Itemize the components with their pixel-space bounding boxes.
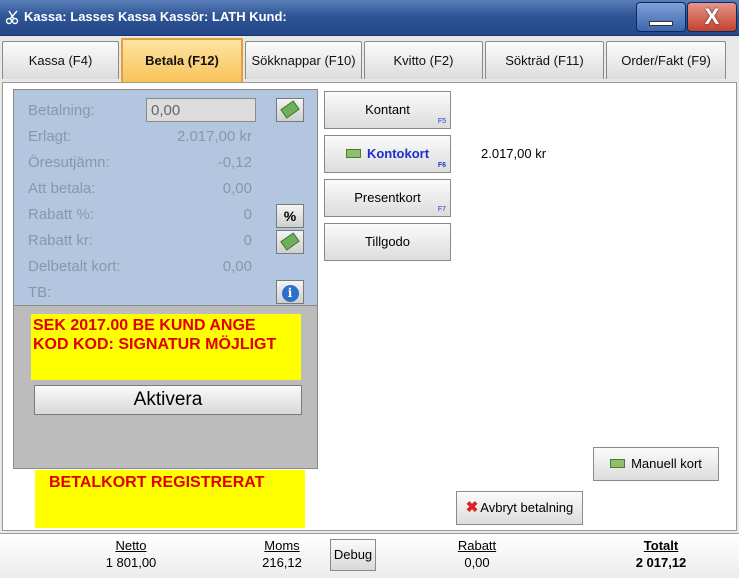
kontokort-button[interactable]: Kontokort F6 — [324, 135, 451, 173]
rabatt-pct-value: 0 — [243, 206, 252, 223]
tab-bar: Kassa (F4) Betala (F12) Sökknappar (F10)… — [0, 38, 739, 82]
tab-sokknappar[interactable]: Sökknappar (F10) — [245, 41, 362, 79]
rabatt-pct-label: Rabatt %: — [28, 206, 94, 223]
terminal-message-line1: SEK 2017.00 BE KUND ANGE — [33, 317, 256, 334]
rabatt-column: Rabatt 0,00 — [447, 538, 507, 570]
kontant-button[interactable]: Kontant F5 — [324, 91, 451, 129]
rabatt-label: Rabatt — [457, 538, 497, 553]
presentkort-fkey: F7 — [437, 206, 446, 213]
rabatt-pct-row: Rabatt %: 0 — [28, 204, 318, 226]
erlagt-value: 2.017,00 kr — [176, 128, 252, 145]
totalt-value: 2 017,12 — [635, 555, 687, 570]
totals-bar: Netto 1 801,00 Moms 216,12 Debug Rabatt … — [0, 533, 739, 578]
delbetalt-value: 0,00 — [222, 258, 252, 275]
kontokort-fkey: F6 — [437, 162, 446, 169]
rabatt-kr-row: Rabatt kr: 0 — [28, 230, 318, 252]
minimize-button[interactable] — [636, 2, 686, 32]
percent-button[interactable]: % — [276, 204, 304, 228]
window-title: Kassa: Lasses Kassa Kassör: LATH Kund: — [24, 9, 287, 24]
avbryt-label: Avbryt betalning — [480, 500, 574, 515]
totalt-label: Totalt — [643, 538, 679, 553]
betalning-label: Betalning: — [28, 102, 95, 119]
close-button[interactable]: X — [687, 2, 737, 32]
money-icon — [280, 100, 300, 119]
moms-column: Moms 216,12 — [252, 538, 312, 570]
tab-betala[interactable]: Betala (F12) — [121, 38, 243, 82]
oresutjamn-row: Öresutjämn: -0,12 — [28, 152, 318, 174]
moms-value: 216,12 — [262, 555, 302, 570]
aktivera-button[interactable]: Aktivera — [34, 385, 302, 415]
betalning-input[interactable] — [146, 98, 256, 122]
manuell-kort-button[interactable]: Manuell kort — [593, 447, 719, 481]
minimize-icon — [649, 21, 673, 26]
money-icon — [280, 232, 300, 251]
netto-label: Netto — [115, 538, 147, 553]
terminal-message: SEK 2017.00 BE KUND ANGE KOD KOD: SIGNAT… — [31, 314, 301, 380]
oresutjamn-value: -0,12 — [217, 154, 252, 171]
tb-label: TB: — [28, 284, 52, 301]
cash-amount-button[interactable] — [276, 98, 304, 122]
kontant-label: Kontant — [365, 102, 410, 117]
delbetalt-label: Delbetalt kort: — [28, 258, 121, 275]
presentkort-button[interactable]: Presentkort F7 — [324, 179, 451, 217]
delbetalt-row: Delbetalt kort: 0,00 — [28, 256, 318, 278]
tab-kassa[interactable]: Kassa (F4) — [2, 41, 119, 79]
info-icon: i — [281, 285, 299, 302]
rabatt-kr-label: Rabatt kr: — [28, 232, 94, 249]
scissors-icon — [5, 10, 19, 25]
tillgodo-button[interactable]: Tillgodo — [324, 223, 451, 261]
tab-order-fakt[interactable]: Order/Fakt (F9) — [606, 41, 726, 79]
terminal-message-line2: KOD KOD: SIGNATUR MÖJLIGT — [33, 336, 277, 353]
discount-amount-button[interactable] — [276, 230, 304, 254]
att-betala-value: 0,00 — [222, 180, 252, 197]
oresutjamn-label: Öresutjämn: — [28, 154, 110, 171]
tillgodo-label: Tillgodo — [364, 234, 411, 249]
payment-info-box: Betalning: Erlagt: 2.017,00 kr Öresutjäm… — [14, 90, 317, 306]
presentkort-label: Presentkort — [354, 190, 421, 205]
cancel-icon: ✖ — [465, 499, 479, 516]
moms-label: Moms — [264, 538, 300, 553]
tab-soktrad[interactable]: Sökträd (F11) — [485, 41, 604, 79]
credit-card-icon — [610, 459, 626, 469]
manuell-kort-label: Manuell kort — [631, 456, 702, 471]
credit-card-icon — [345, 149, 361, 159]
att-betala-row: Att betala: 0,00 — [28, 178, 318, 200]
tab-kvitto[interactable]: Kvitto (F2) — [364, 41, 483, 79]
netto-column: Netto 1 801,00 — [95, 538, 167, 570]
avbryt-betalning-button[interactable]: ✖ Avbryt betalning — [456, 491, 583, 525]
card-payment-amount: 2.017,00 kr — [481, 146, 547, 161]
att-betala-label: Att betala: — [28, 180, 96, 197]
close-icon: X — [704, 4, 720, 29]
debug-button[interactable]: Debug — [330, 539, 376, 571]
tb-row: TB: — [28, 282, 318, 304]
kontokort-label: Kontokort — [366, 146, 430, 161]
erlagt-label: Erlagt: — [28, 128, 72, 145]
rabatt-value: 0,00 — [464, 555, 490, 570]
info-button[interactable]: i — [276, 280, 304, 304]
erlagt-row: Erlagt: 2.017,00 kr — [28, 126, 318, 148]
netto-value: 1 801,00 — [105, 555, 157, 570]
payment-panel: Betalning: Erlagt: 2.017,00 kr Öresutjäm… — [2, 82, 737, 531]
status-message: BETALKORT REGISTRERAT — [35, 470, 305, 528]
totalt-column: Totalt 2 017,12 — [626, 538, 696, 570]
rabatt-kr-value: 0 — [243, 232, 252, 249]
payment-summary-panel: Betalning: Erlagt: 2.017,00 kr Öresutjäm… — [13, 89, 318, 469]
kontant-fkey: F5 — [437, 118, 446, 125]
title-bar: Kassa: Lasses Kassa Kassör: LATH Kund: X — [0, 0, 739, 36]
